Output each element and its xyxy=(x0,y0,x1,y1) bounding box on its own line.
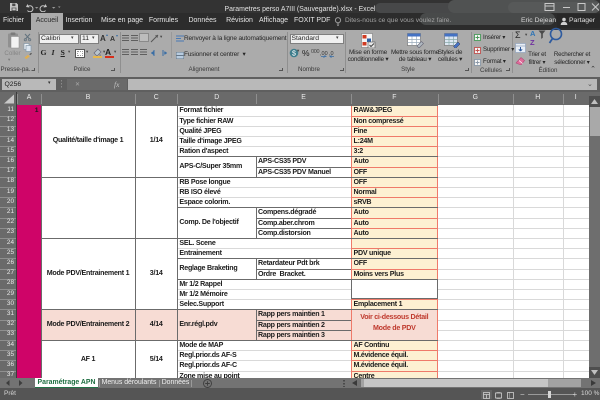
svg-text:Z: Z xyxy=(530,38,535,47)
svg-text:A: A xyxy=(530,29,536,38)
svg-text:$: $ xyxy=(292,51,296,58)
svg-text:,0: ,0 xyxy=(329,51,334,57)
svg-text:,00: ,00 xyxy=(320,51,328,57)
